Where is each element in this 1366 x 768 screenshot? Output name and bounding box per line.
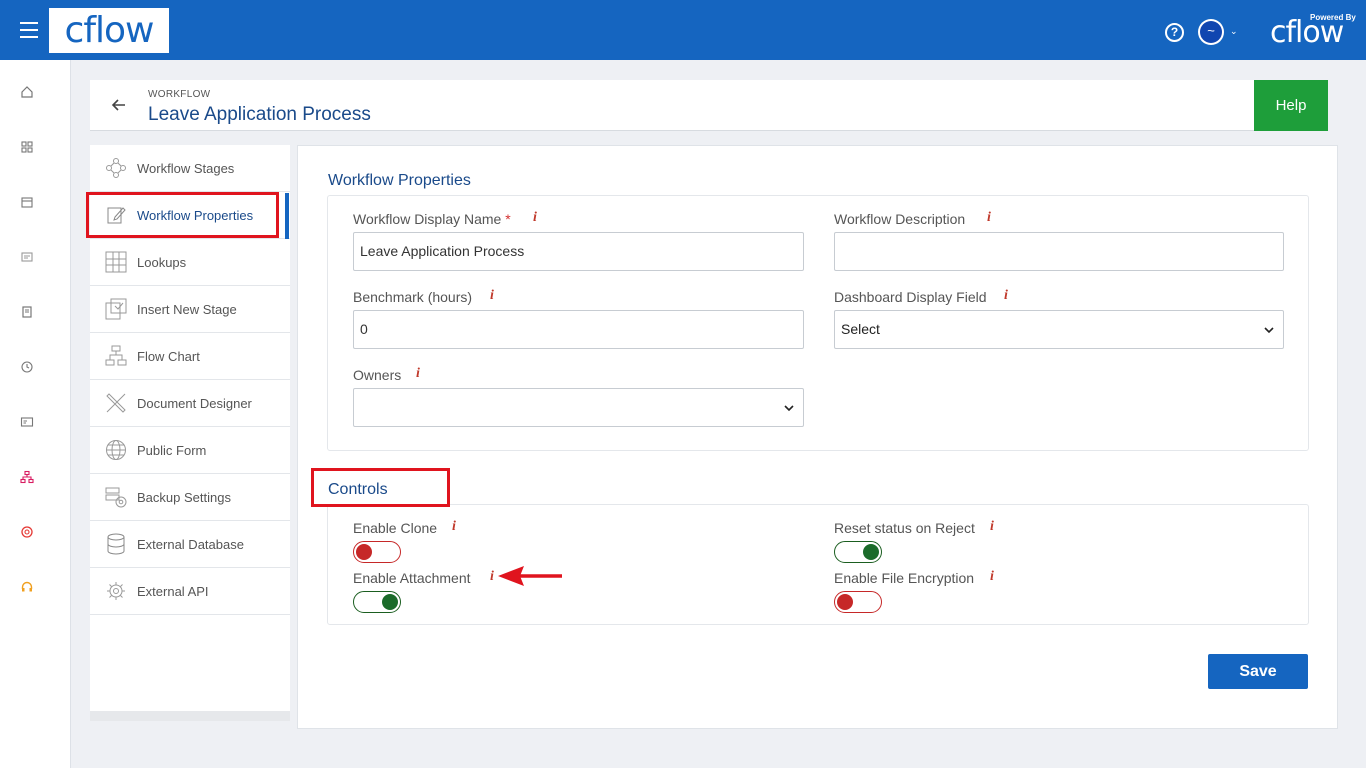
cflow-logo[interactable]: cflow xyxy=(49,8,169,53)
file-encryption-label: Enable File Encryption xyxy=(834,570,975,586)
design-tools-icon xyxy=(106,393,126,413)
display-name-label-text: Workflow Display Name xyxy=(353,211,502,227)
left-icon-rail xyxy=(0,60,71,768)
toggle-knob xyxy=(356,544,372,560)
highlight-box-controls xyxy=(311,468,450,507)
enable-clone-toggle[interactable] xyxy=(353,541,401,563)
help-question-icon[interactable]: ? xyxy=(1165,23,1184,42)
home-icon[interactable] xyxy=(19,84,35,100)
owners-select[interactable] xyxy=(353,388,804,427)
info-icon[interactable]: i xyxy=(490,288,494,304)
description-input[interactable] xyxy=(834,232,1284,271)
toggle-knob xyxy=(382,594,398,610)
menu-label: External API xyxy=(137,584,209,599)
description-label: Workflow Description xyxy=(834,211,966,227)
dashboard-select-value: Select xyxy=(841,321,880,337)
info-icon[interactable]: i xyxy=(490,569,494,585)
reports-icon[interactable] xyxy=(19,249,35,265)
benchmark-input[interactable]: 0 xyxy=(353,310,804,349)
powered-by-logo: cflow xyxy=(1270,15,1344,50)
support-ring-icon[interactable] xyxy=(19,524,35,540)
menu-label: Workflow Stages xyxy=(137,161,235,176)
workflow-header: WORKFLOW Leave Application Process Help xyxy=(90,80,1328,131)
history-icon[interactable] xyxy=(19,359,35,375)
menu-item-workflow-stages[interactable]: Workflow Stages xyxy=(90,145,290,192)
workflow-icon[interactable] xyxy=(19,469,35,485)
info-icon[interactable]: i xyxy=(452,519,456,535)
info-icon[interactable]: i xyxy=(987,210,991,226)
back-arrow-icon[interactable] xyxy=(110,96,128,114)
insert-stage-icon xyxy=(105,298,127,320)
active-indicator xyxy=(285,193,289,239)
info-icon[interactable]: i xyxy=(990,569,994,585)
hamburger-menu-icon[interactable] xyxy=(20,22,40,38)
chevron-down-icon[interactable]: ⌄ xyxy=(1230,26,1238,37)
calendar-icon[interactable] xyxy=(19,194,35,210)
properties-section-title: Workflow Properties xyxy=(328,172,471,189)
backup-icon xyxy=(105,487,127,508)
help-button[interactable]: Help xyxy=(1254,80,1328,131)
benchmark-label: Benchmark (hours) xyxy=(353,289,473,305)
breadcrumb: WORKFLOW xyxy=(148,89,211,100)
menu-label: Backup Settings xyxy=(137,490,231,505)
menu-label: Document Designer xyxy=(137,396,252,411)
menu-label: Lookups xyxy=(137,255,187,270)
enable-attachment-label: Enable Attachment xyxy=(353,570,471,586)
logo-text: cflow xyxy=(64,9,155,51)
menu-label: Insert New Stage xyxy=(137,302,237,317)
annotation-arrow-icon xyxy=(498,566,562,586)
menu-item-lookups[interactable]: Lookups xyxy=(90,239,290,286)
database-icon xyxy=(107,533,125,555)
reset-status-label: Reset status on Reject xyxy=(834,520,975,536)
menu-item-external-api[interactable]: External API xyxy=(90,568,290,615)
save-button[interactable]: Save xyxy=(1208,654,1308,689)
user-avatar[interactable]: ~ xyxy=(1198,19,1224,45)
api-gear-icon xyxy=(107,582,125,600)
menu-item-external-database[interactable]: External Database xyxy=(90,521,290,568)
required-asterisk: * xyxy=(505,211,511,227)
info-icon[interactable]: i xyxy=(1004,288,1008,304)
info-icon[interactable]: i xyxy=(416,366,420,382)
flowchart-icon xyxy=(105,345,127,366)
menu-label: Flow Chart xyxy=(137,349,200,364)
highlight-box-workflow-properties xyxy=(86,192,279,238)
info-icon[interactable]: i xyxy=(990,519,994,535)
enable-attachment-toggle[interactable] xyxy=(353,591,401,613)
menu-label: External Database xyxy=(137,537,244,552)
menu-item-flow-chart[interactable]: Flow Chart xyxy=(90,333,290,380)
enable-clone-label: Enable Clone xyxy=(353,520,438,536)
file-encryption-toggle[interactable] xyxy=(834,591,882,613)
display-name-label: Workflow Display Name * xyxy=(353,211,511,227)
stages-icon xyxy=(106,158,126,178)
workflow-properties-panel: Workflow Properties Workflow Display Nam… xyxy=(297,145,1338,729)
headset-icon[interactable] xyxy=(19,579,35,595)
page-title: Leave Application Process xyxy=(148,104,371,125)
menu-item-document-designer[interactable]: Document Designer xyxy=(90,380,290,427)
menu-item-insert-new-stage[interactable]: Insert New Stage xyxy=(90,286,290,333)
dashboard-icon[interactable] xyxy=(19,139,35,155)
book-icon[interactable] xyxy=(19,304,35,320)
id-card-icon[interactable] xyxy=(19,414,35,430)
top-bar: cflow ? ~ ⌄ Powered By cflow xyxy=(0,0,1366,60)
toggle-knob xyxy=(863,544,879,560)
chevron-down-icon xyxy=(784,405,794,412)
controls-box: Enable Clone i Reset status on Reject i … xyxy=(327,504,1309,625)
properties-box: Workflow Display Name * i Leave Applicat… xyxy=(327,195,1309,451)
dashboard-field-label: Dashboard Display Field xyxy=(834,289,987,305)
reset-status-toggle[interactable] xyxy=(834,541,882,563)
menu-item-public-form[interactable]: Public Form xyxy=(90,427,290,474)
info-icon[interactable]: i xyxy=(533,210,537,226)
menu-item-backup-settings[interactable]: Backup Settings xyxy=(90,474,290,521)
globe-icon xyxy=(106,440,126,460)
chevron-down-icon xyxy=(1264,327,1274,334)
menu-scroll-track xyxy=(90,711,290,721)
dashboard-field-select[interactable]: Select xyxy=(834,310,1284,349)
display-name-input[interactable]: Leave Application Process xyxy=(353,232,804,271)
toggle-knob xyxy=(837,594,853,610)
grid-icon xyxy=(105,251,127,273)
menu-label: Public Form xyxy=(137,443,207,458)
owners-label: Owners xyxy=(353,367,402,383)
avatar-glyph: ~ xyxy=(1200,21,1222,43)
